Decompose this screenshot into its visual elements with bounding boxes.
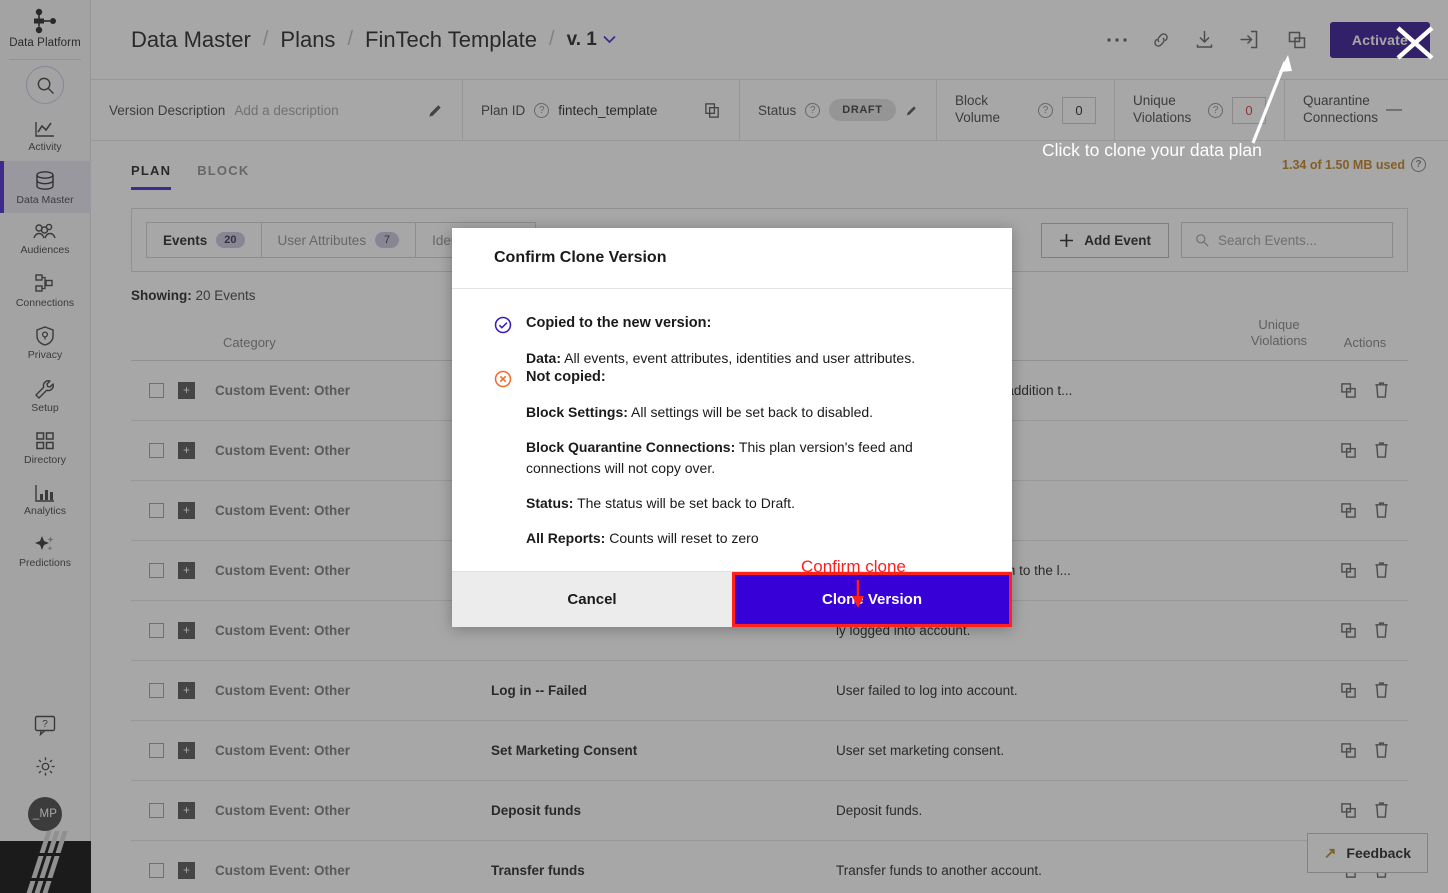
not-copied-line-text: Counts will reset to zero [605,530,759,546]
not-copied-line-label: Status: [526,495,574,511]
app-root: Data Platform Activity Data Master Audie… [0,0,1448,893]
not-copied-line: Status: The status will be set back to D… [526,493,970,514]
copied-line-label: Data: [526,350,562,366]
not-copied-line-label: All Reports: [526,530,606,546]
not-copied-title: Not copied: [526,369,606,385]
copied-section: Copied to the new version: [494,315,970,334]
clone-version-confirm-button[interactable]: Clone Version [732,572,1012,627]
not-copied-line: All Reports: Counts will reset to zero [526,528,970,549]
x-circle-icon [494,370,512,388]
check-circle-icon [494,316,512,334]
copied-title: Copied to the new version: [526,315,712,331]
not-copied-line: Block Settings: All settings will be set… [526,402,970,423]
modal-title: Confirm Clone Version [452,228,1012,289]
not-copied-line-text: The status will be set back to Draft. [573,495,795,511]
cancel-button[interactable]: Cancel [452,572,732,627]
not-copied-lines: Block Settings: All settings will be set… [526,402,970,549]
modal-footer: Cancel Clone Version [452,571,1012,627]
confirm-clone-modal: Confirm Clone Version Copied to the new … [452,228,1012,627]
copied-lines: Data: All events, event attributes, iden… [526,348,970,369]
copied-line: Data: All events, event attributes, iden… [526,348,970,369]
not-copied-line-label: Block Quarantine Connections: [526,439,736,455]
modal-body: Copied to the new version: Data: All eve… [452,289,1012,571]
not-copied-section: Not copied: [494,369,970,388]
copied-line-text: All events, event attributes, identities… [561,350,916,366]
not-copied-line-text: All settings will be set back to disable… [627,404,874,420]
not-copied-line: Block Quarantine Connections: This plan … [526,437,970,479]
not-copied-line-label: Block Settings: [526,404,628,420]
